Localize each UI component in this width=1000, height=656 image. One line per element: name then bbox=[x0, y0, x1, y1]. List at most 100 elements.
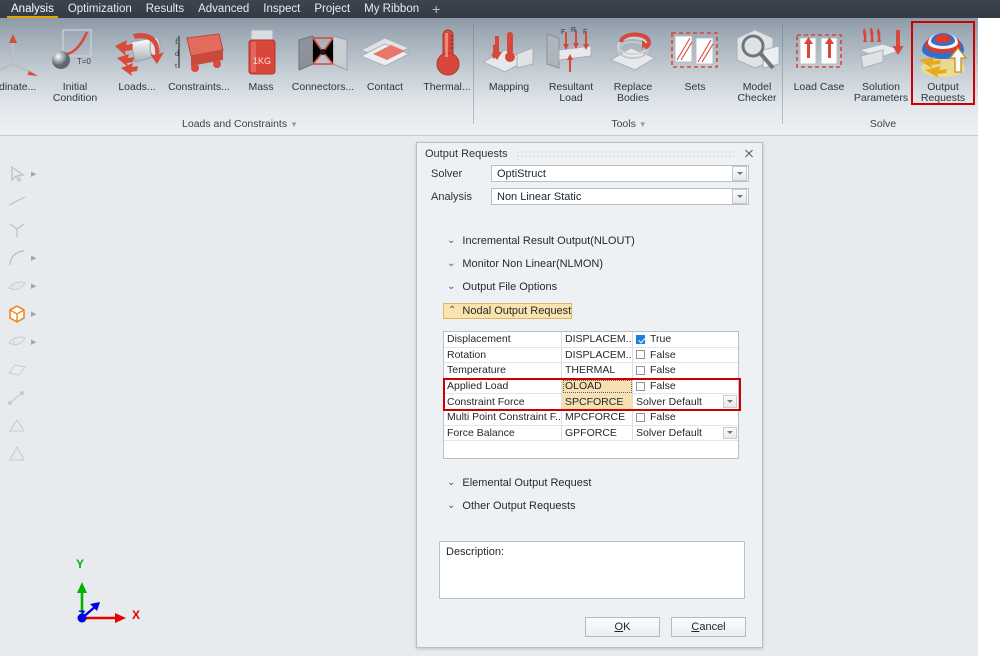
line-icon bbox=[4, 190, 30, 214]
tool-cone[interactable] bbox=[0, 412, 46, 440]
tool-line[interactable] bbox=[0, 188, 46, 216]
table-row[interactable]: Constraint Force SPCFORCE Solver Default bbox=[444, 394, 738, 410]
analysis-combobox[interactable]: Non Linear Static bbox=[491, 188, 749, 205]
cancel-button[interactable]: Cancel bbox=[671, 617, 746, 637]
ribbon-tab-inspect[interactable]: Inspect bbox=[256, 2, 307, 17]
chevron-right-icon[interactable]: ▶ bbox=[31, 338, 36, 346]
row-value-cell[interactable]: False bbox=[633, 348, 738, 364]
row-value: False bbox=[650, 348, 676, 361]
row-card[interactable]: THERMAL bbox=[562, 363, 633, 379]
table-row[interactable]: Multi Point Constraint F.. MPCFORCE Fals… bbox=[444, 409, 738, 426]
ribbon-button-solution-parameters[interactable]: Solution Parameters bbox=[850, 22, 912, 104]
chevron-right-icon[interactable]: ▶ bbox=[31, 170, 36, 178]
ribbon-tab-label: Advanced bbox=[198, 2, 250, 15]
table-row[interactable]: Applied Load OLOAD False bbox=[444, 378, 738, 395]
ok-button[interactable]: OK bbox=[585, 617, 660, 637]
ribbon-tab-project[interactable]: Project bbox=[307, 2, 357, 17]
solver-dropdown-button[interactable] bbox=[732, 166, 747, 181]
row-card[interactable]: MPCFORCE bbox=[562, 409, 633, 426]
row-card[interactable]: OLOAD bbox=[562, 378, 633, 395]
tool-wedge[interactable] bbox=[0, 440, 46, 468]
dialog-title-bar[interactable]: Output Requests bbox=[417, 143, 762, 165]
tool-sweep[interactable]: ▶ bbox=[0, 328, 46, 356]
ribbon-tab-advanced[interactable]: Advanced bbox=[191, 2, 256, 17]
row-card[interactable]: GPFORCE bbox=[562, 425, 633, 442]
ribbon-tab-optimization[interactable]: Optimization bbox=[61, 2, 139, 17]
tool-vector[interactable] bbox=[0, 384, 46, 412]
ribbon-button-resultant-load[interactable]: F R F Resultant Load bbox=[540, 22, 602, 104]
ribbon-tab-label: Inspect bbox=[263, 2, 301, 15]
row-card[interactable]: DISPLACEM.. bbox=[562, 347, 633, 364]
chevron-down-icon[interactable]: ▼ bbox=[290, 120, 298, 129]
row-value-cell[interactable]: False bbox=[633, 379, 738, 395]
description-textarea[interactable]: Description: bbox=[439, 541, 745, 599]
tool-arc[interactable]: ▶ bbox=[0, 244, 46, 272]
row-value-cell[interactable]: Solver Default bbox=[633, 426, 738, 442]
row-checkbox[interactable] bbox=[636, 365, 645, 375]
section-other-output-requests[interactable]: ⌄ Other Output Requests bbox=[417, 499, 762, 513]
ribbon-button-load-case[interactable]: Load Case bbox=[788, 22, 850, 104]
section-nodal-output-request[interactable]: ⌃ Nodal Output Request bbox=[443, 303, 573, 319]
ribbon-button-label: Connectors... bbox=[291, 81, 355, 93]
tool-node-point[interactable] bbox=[0, 216, 46, 244]
section-monitor-non-linear[interactable]: ⌄ Monitor Non Linear(NLMON) bbox=[417, 257, 762, 271]
axis-label-z: Z bbox=[78, 608, 86, 622]
ribbon-tab-results[interactable]: Results bbox=[139, 2, 191, 17]
row-value-cell[interactable]: True bbox=[633, 332, 738, 348]
ribbon-button-initial-condition[interactable]: T=0 Initial Condition bbox=[44, 22, 106, 104]
chevron-right-icon[interactable]: ▶ bbox=[31, 282, 36, 290]
ribbon-button-connectors[interactable]: Connectors... bbox=[292, 22, 354, 104]
row-card[interactable]: SPCFORCE bbox=[562, 394, 633, 410]
analysis-dropdown-button[interactable] bbox=[732, 189, 747, 204]
row-checkbox[interactable] bbox=[636, 350, 645, 360]
axis-label-x: X bbox=[132, 608, 141, 622]
chevron-down-icon: ⌄ bbox=[447, 500, 456, 511]
ribbon-button-loads[interactable]: Loads... bbox=[106, 22, 168, 104]
tool-solid-box[interactable]: ▶ bbox=[0, 300, 46, 328]
section-output-file-options[interactable]: ⌄ Output File Options bbox=[417, 280, 762, 294]
tool-select-arrow[interactable]: ▶ bbox=[0, 160, 46, 188]
row-checkbox[interactable] bbox=[636, 334, 645, 344]
wedge-icon bbox=[4, 442, 30, 466]
dialog-drag-grip[interactable] bbox=[515, 149, 734, 159]
chevron-right-icon[interactable]: ▶ bbox=[31, 310, 36, 318]
arc-icon bbox=[4, 246, 30, 270]
row-dropdown-button[interactable] bbox=[723, 426, 737, 440]
ribbon-button-replace-bodies[interactable]: Replace Bodies bbox=[602, 22, 664, 104]
ribbon-button-output-requests[interactable]: Output Requests bbox=[911, 21, 975, 105]
svg-text:d: d bbox=[175, 49, 179, 58]
plane-icon bbox=[4, 358, 30, 382]
ribbon-button-thermal[interactable]: Thermal... bbox=[416, 22, 478, 104]
chevron-right-icon[interactable]: ▶ bbox=[31, 254, 36, 262]
svg-text:R: R bbox=[571, 27, 576, 34]
table-row[interactable]: Displacement DISPLACEM.. True bbox=[444, 332, 738, 348]
add-tab-icon[interactable]: + bbox=[426, 2, 446, 16]
ribbon-button-constraints[interactable]: f d t Constraints... bbox=[168, 22, 230, 104]
row-dropdown-button[interactable] bbox=[723, 395, 737, 408]
row-value-cell[interactable]: False bbox=[633, 410, 738, 426]
ribbon-button-model-checker[interactable]: Model Checker bbox=[726, 22, 788, 104]
section-incremental-result-output[interactable]: ⌄ Incremental Result Output(NLOUT) bbox=[417, 234, 762, 248]
solver-combobox[interactable]: OptiStruct bbox=[491, 165, 749, 182]
table-row[interactable]: Rotation DISPLACEM.. False bbox=[444, 347, 738, 364]
table-row[interactable]: Force Balance GPFORCE Solver Default bbox=[444, 425, 738, 442]
ribbon-button-sets[interactable]: Sets bbox=[664, 22, 726, 104]
row-card[interactable]: DISPLACEM.. bbox=[562, 332, 633, 348]
ribbon-tab-my-ribbon[interactable]: My Ribbon bbox=[357, 2, 426, 17]
row-value-cell[interactable]: Solver Default bbox=[633, 394, 738, 410]
ribbon-button-mapping[interactable]: Mapping bbox=[478, 22, 540, 104]
row-checkbox[interactable] bbox=[636, 412, 645, 422]
close-icon[interactable] bbox=[742, 147, 756, 161]
tool-surface[interactable]: ▶ bbox=[0, 272, 46, 300]
table-row[interactable]: Temperature THERMAL False bbox=[444, 363, 738, 379]
row-value-cell[interactable]: False bbox=[633, 363, 738, 379]
ribbon-tab-analysis[interactable]: Analysis bbox=[4, 2, 61, 18]
section-elemental-output-request[interactable]: ⌄ Elemental Output Request bbox=[417, 476, 762, 490]
tool-plane[interactable] bbox=[0, 356, 46, 384]
ribbon-button-coordinate[interactable]: ordinate... bbox=[0, 22, 44, 104]
ribbon-button-mass[interactable]: 1KG Mass bbox=[230, 22, 292, 104]
chevron-down-icon[interactable]: ▼ bbox=[639, 120, 647, 129]
row-checkbox[interactable] bbox=[636, 381, 645, 391]
ribbon-button-contact[interactable]: Contact bbox=[354, 22, 416, 104]
svg-text:T=0: T=0 bbox=[77, 57, 92, 66]
